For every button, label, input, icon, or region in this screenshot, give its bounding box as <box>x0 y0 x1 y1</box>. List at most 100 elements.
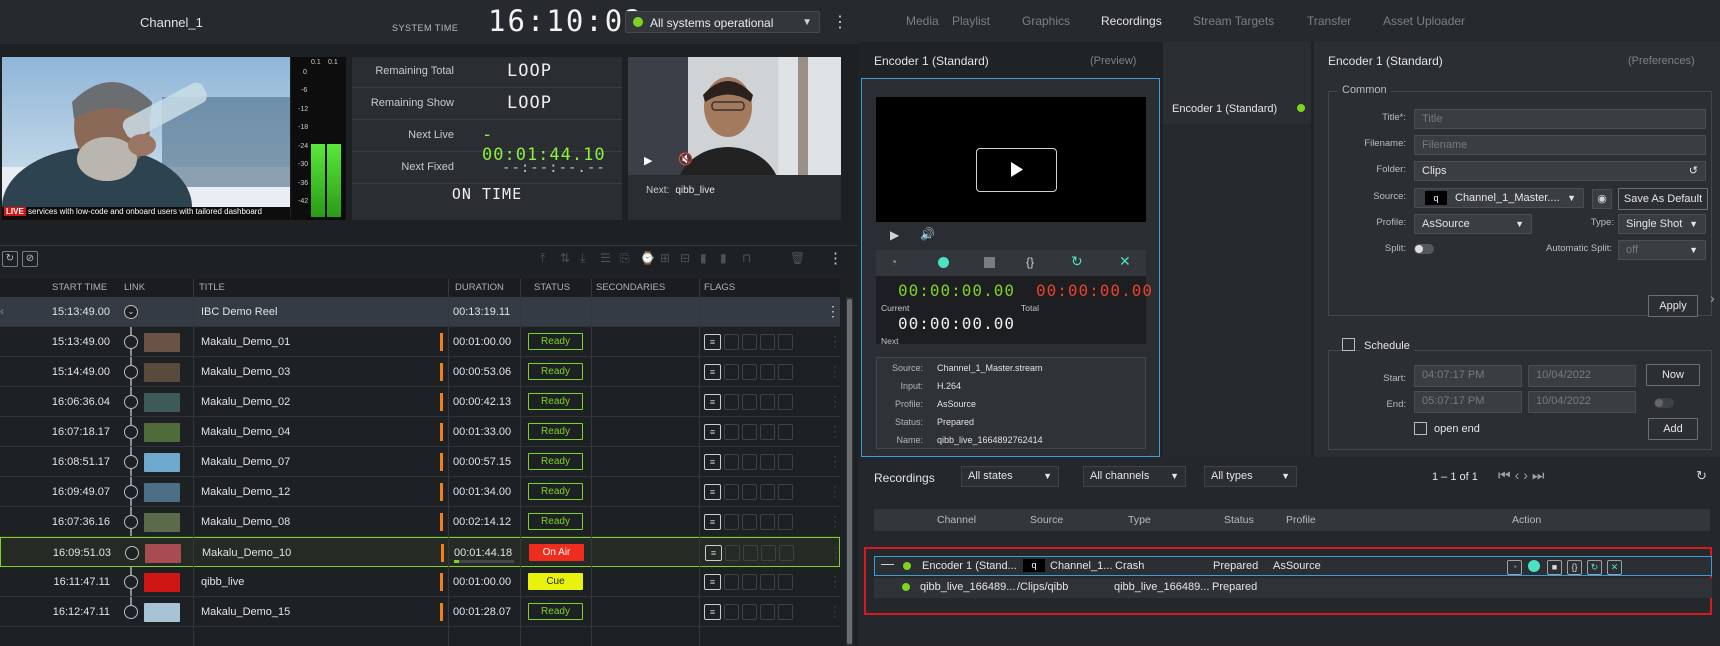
folder-input[interactable]: Clips ↺ <box>1414 161 1706 181</box>
tab-graphics[interactable]: Graphics <box>1022 14 1070 28</box>
flag-slot[interactable] <box>742 604 757 620</box>
table-row[interactable]: 15:13:49.00 Makalu_Demo_01 00:01:00.00 Read… <box>0 327 842 357</box>
flag-slot[interactable] <box>778 484 793 500</box>
notes-flag-icon[interactable]: ≡ <box>704 484 721 500</box>
toolbar-tool-icon[interactable]: ⎘ <box>620 251 630 266</box>
flag-slot[interactable] <box>760 364 775 380</box>
tab-recordings[interactable]: Recordings <box>1101 14 1162 28</box>
flag-slot[interactable] <box>742 364 757 380</box>
close-icon[interactable]: ✕ <box>1119 253 1131 270</box>
save-as-default-button[interactable]: Save As Default <box>1618 188 1708 210</box>
flag-slot[interactable] <box>760 394 775 410</box>
chevron-left-icon[interactable]: ‹ <box>0 304 4 318</box>
flag-slot[interactable] <box>724 424 739 440</box>
speed-icon[interactable]: ◔ <box>890 255 897 269</box>
more-menu-icon[interactable]: ⋮ <box>828 483 842 500</box>
col-duration[interactable]: DURATION <box>455 282 504 293</box>
code-icon[interactable]: {} <box>1026 255 1034 269</box>
recording-row[interactable]: — Encoder 1 (Stand... q Channel_1... Cra… <box>874 556 1712 576</box>
flag-slot[interactable] <box>742 484 757 500</box>
flag-slot[interactable] <box>724 574 739 590</box>
tab-media[interactable]: Media <box>906 14 939 28</box>
table-row[interactable]: 16:12:47.11 Makalu_Demo_15 00:01:28.07 Read… <box>0 597 842 627</box>
notes-flag-icon[interactable]: ≡ <box>704 394 721 410</box>
playlist-group-row[interactable]: ‹ 15:13:49.00 ⌄ IBC Demo Reel 00:13:19.1… <box>0 297 840 327</box>
col-status[interactable]: Status <box>1224 514 1254 526</box>
more-menu-icon[interactable]: ⋮ <box>828 249 843 267</box>
trash-icon[interactable]: 🗑 <box>790 251 805 265</box>
profile-select[interactable]: AsSource ▼ <box>1414 214 1532 234</box>
more-menu-icon[interactable]: ⋮ <box>828 453 842 470</box>
toolbar-tool-icon[interactable]: ⤓ <box>580 251 585 266</box>
col-source[interactable]: Source <box>1030 514 1063 526</box>
more-menu-icon[interactable]: ⋮ <box>828 333 842 350</box>
flag-slot[interactable] <box>760 424 775 440</box>
more-menu-icon[interactable]: ⋮ <box>826 303 840 320</box>
flag-slot[interactable] <box>778 514 793 530</box>
col-action[interactable]: Action <box>1512 514 1541 526</box>
link-node[interactable] <box>124 485 138 499</box>
col-secondaries[interactable]: SECONDARIES <box>596 282 665 293</box>
toolbar-tool-icon[interactable]: ⊓ <box>742 251 751 265</box>
notes-flag-icon[interactable]: ≡ <box>704 514 721 530</box>
flag-slot[interactable] <box>724 334 739 350</box>
flag-slot[interactable] <box>742 334 757 350</box>
tab-asset-uploader[interactable]: Asset Uploader <box>1383 14 1465 28</box>
flag-slot[interactable] <box>742 574 757 590</box>
close-icon[interactable]: ✕ <box>1607 560 1622 575</box>
now-button[interactable]: Now <box>1646 364 1700 386</box>
stop-icon[interactable]: ■ <box>1547 560 1562 575</box>
scrollbar-thumb[interactable] <box>847 299 852 644</box>
toolbar-tool-icon[interactable]: ▮ <box>700 251 707 265</box>
tab-playlist[interactable]: Playlist <box>952 14 990 28</box>
refresh-icon[interactable]: ↻ <box>1696 468 1707 484</box>
more-menu-icon[interactable]: ⋮ <box>828 603 842 620</box>
toolbar-tool-icon[interactable]: ⌚ <box>640 251 655 265</box>
system-status-dropdown[interactable]: All systems operational ▼ <box>625 11 820 33</box>
end-time-input[interactable]: 05:07:17 PM <box>1414 391 1522 413</box>
pager-nav-icons[interactable]: ⏮‹›⏭ <box>1498 467 1549 484</box>
schedule-checkbox[interactable] <box>1342 338 1355 351</box>
table-row[interactable]: 16:07:36.16 Makalu_Demo_08 00:02:14.12 Read… <box>0 507 842 537</box>
play-icon[interactable]: ▶ <box>890 228 899 242</box>
collapse-icon[interactable]: ⌄ <box>124 305 138 319</box>
scrollbar-track[interactable] <box>846 297 853 646</box>
flag-slot[interactable] <box>724 364 739 380</box>
type-select[interactable]: Single Shot ▼ <box>1618 214 1706 234</box>
toolbar-tool-icon[interactable]: ⇅ <box>560 251 570 265</box>
link-node[interactable] <box>124 455 138 469</box>
flag-slot[interactable] <box>778 424 793 440</box>
table-row[interactable]: 16:08:51.17 Makalu_Demo_07 00:00:57.15 Read… <box>0 447 842 477</box>
more-menu-icon[interactable]: ⋮ <box>828 513 842 530</box>
flag-slot[interactable] <box>724 484 739 500</box>
more-menu-icon[interactable]: ⋮ <box>832 12 848 32</box>
flag-slot[interactable] <box>742 394 757 410</box>
table-row[interactable]: 16:11:47.11 qibb_live 00:01:00.00 Cue ≡ ⋮ <box>0 567 842 597</box>
more-menu-icon[interactable]: ⋮ <box>828 393 842 410</box>
col-title[interactable]: TITLE <box>199 282 225 293</box>
link-node[interactable] <box>124 395 138 409</box>
mute-icon[interactable]: 🔇 <box>678 152 693 166</box>
record-icon[interactable] <box>938 257 949 268</box>
stop-icon[interactable] <box>984 257 995 268</box>
code-icon[interactable]: {} <box>1567 560 1582 575</box>
more-menu-icon[interactable]: ⋮ <box>829 544 843 561</box>
title-input[interactable]: Title <box>1414 109 1706 129</box>
filter-types[interactable]: All types ▼ <box>1204 466 1297 487</box>
link-node[interactable] <box>124 365 138 379</box>
col-start-time[interactable]: START TIME <box>52 282 107 293</box>
table-row[interactable]: 16:06:36.04 Makalu_Demo_02 00:00:42.13 Read… <box>0 387 842 417</box>
flag-slot[interactable] <box>778 454 793 470</box>
open-end-checkbox[interactable] <box>1414 422 1427 435</box>
more-menu-icon[interactable]: ⋮ <box>828 423 842 440</box>
chevron-right-icon[interactable]: › <box>1710 290 1715 306</box>
start-date-input[interactable]: 10/04/2022 <box>1528 365 1636 387</box>
col-channel[interactable]: Channel <box>937 514 976 526</box>
link-node[interactable] <box>124 335 138 349</box>
col-status[interactable]: STATUS <box>534 282 570 293</box>
filter-channels[interactable]: All channels ▼ <box>1083 466 1186 487</box>
flag-slot[interactable] <box>760 484 775 500</box>
link-node[interactable] <box>124 605 138 619</box>
flag-slot[interactable] <box>779 545 794 561</box>
end-toggle[interactable] <box>1654 398 1674 408</box>
